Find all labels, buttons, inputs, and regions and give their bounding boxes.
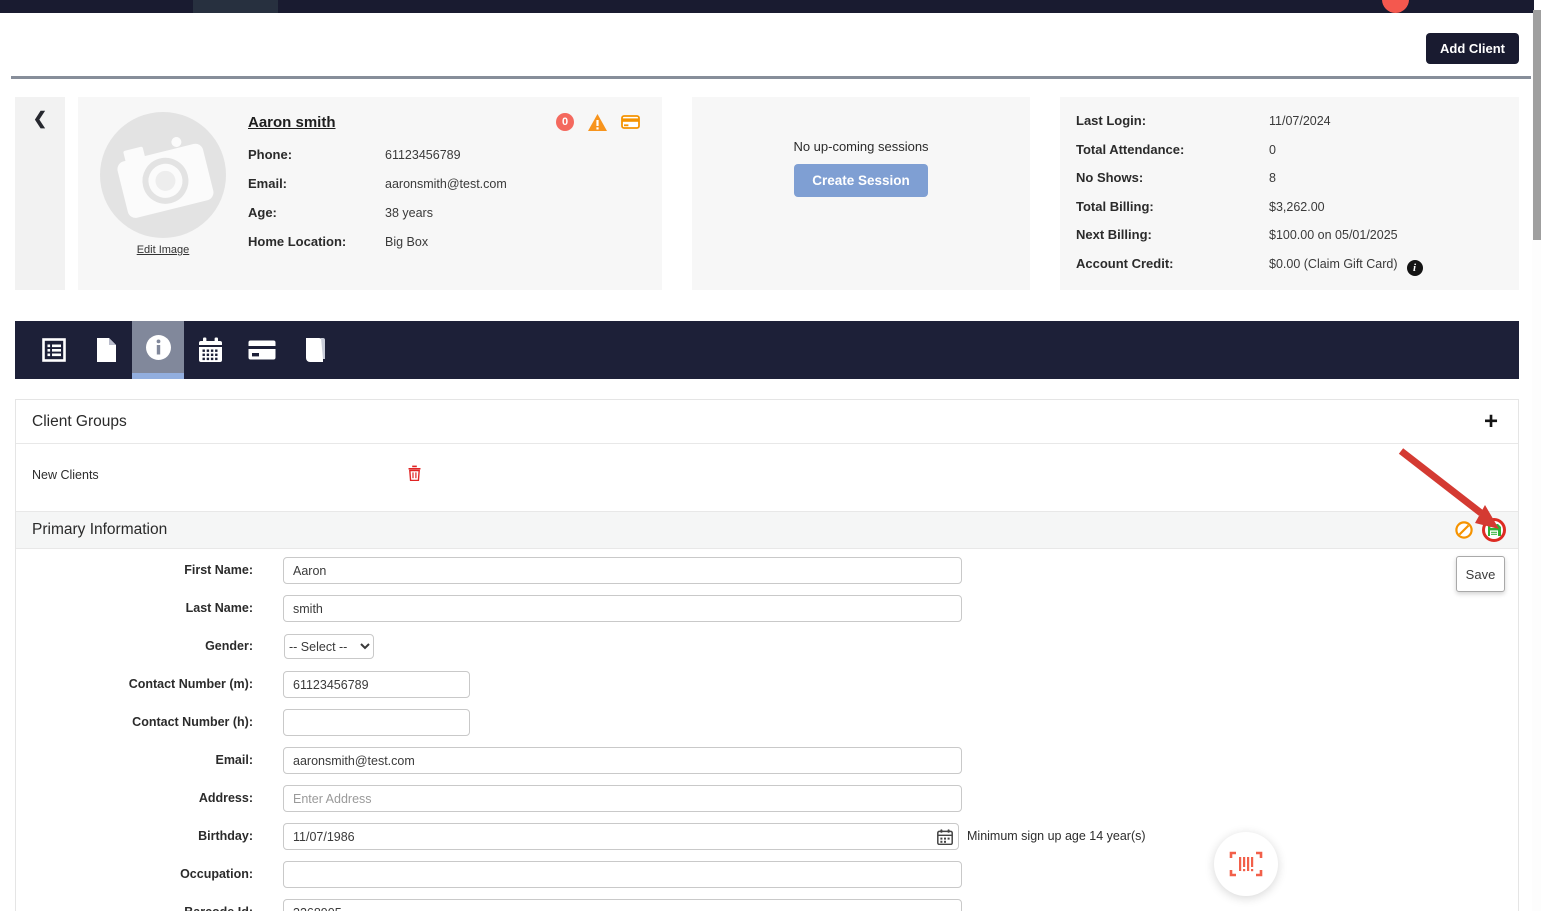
contact-home-input[interactable] (283, 709, 470, 736)
form-row-gender: Gender: -- Select -- (16, 633, 1518, 660)
stat-next-billing: Next Billing:$100.00 on 05/01/2025 (1076, 227, 1423, 256)
stat-no-shows: No Shows:8 (1076, 170, 1423, 199)
stat-total-attendance: Total Attendance:0 (1076, 142, 1423, 171)
client-tab-bar (15, 321, 1519, 379)
book-icon (302, 337, 326, 363)
form-row-address: Address: (16, 785, 1518, 812)
calendar-icon (198, 337, 223, 363)
profile-field-phone: Phone:61123456789 (248, 147, 507, 176)
add-group-button[interactable]: + (1484, 410, 1498, 434)
delete-group-button[interactable] (408, 465, 421, 486)
profile-field-email: Email:aaronsmith@test.com (248, 176, 507, 205)
form-row-birthday: Birthday: Minimum sign up age 14 year(s) (16, 823, 1518, 850)
create-session-button[interactable]: Create Session (794, 164, 928, 197)
info-icon (145, 334, 172, 361)
tab-calendar[interactable] (184, 321, 236, 379)
form-row-email: Email: (16, 747, 1518, 774)
cancel-button[interactable] (1455, 521, 1473, 539)
top-navbar (0, 0, 1534, 13)
client-groups-title: Client Groups (32, 413, 127, 431)
client-detail-page: Add Client ❮ Edit Image Aaron smith 0 (0, 0, 1541, 911)
email-input[interactable] (283, 747, 962, 774)
form-row-contact-mobile: Contact Number (m): (16, 671, 1518, 698)
no-sessions-text: No up-coming sessions (793, 139, 928, 154)
scrollbar-thumb[interactable] (1533, 10, 1541, 240)
tab-document[interactable] (80, 321, 132, 379)
contact-mobile-input[interactable] (283, 671, 470, 698)
barcode-id-input[interactable] (283, 899, 962, 911)
primary-info-title: Primary Information (32, 521, 167, 539)
edit-image-link[interactable]: Edit Image (100, 244, 226, 256)
calendar-icon (937, 829, 953, 845)
save-icon (1487, 523, 1501, 537)
header-divider (11, 76, 1531, 79)
document-icon (95, 337, 117, 363)
list-icon (41, 337, 67, 363)
profile-field-age: Age:38 years (248, 205, 507, 234)
last-name-input[interactable] (283, 595, 962, 622)
tab-book[interactable] (288, 321, 340, 379)
warning-icon[interactable] (588, 114, 607, 131)
add-client-button[interactable]: Add Client (1426, 33, 1519, 64)
tab-info-active[interactable] (132, 321, 184, 379)
camera-icon (110, 128, 217, 222)
profile-fields: Phone:61123456789 Email:aaronsmith@test.… (248, 147, 507, 263)
address-input[interactable] (283, 785, 962, 812)
primary-info-header: Primary Information (16, 511, 1518, 549)
profile-card: Edit Image Aaron smith 0 Phone:611234567… (78, 97, 662, 290)
form-row-occupation: Occupation: (16, 861, 1518, 888)
info-icon[interactable]: i (1407, 260, 1423, 276)
active-nav-item[interactable] (193, 0, 278, 13)
avatar (100, 112, 226, 238)
stats-card: Last Login:11/07/2024 Total Attendance:0… (1060, 97, 1519, 290)
barcode-scan-button[interactable] (1214, 832, 1278, 896)
client-groups-header: Client Groups + (16, 400, 1518, 444)
stat-last-login: Last Login:11/07/2024 (1076, 113, 1423, 142)
credit-card-icon (248, 340, 276, 360)
profile-field-home-location: Home Location:Big Box (248, 234, 507, 263)
barcode-icon (1229, 851, 1263, 877)
form-row-first-name: First Name: (16, 557, 1518, 584)
client-group-row: New Clients (16, 445, 1518, 511)
occupation-input[interactable] (283, 861, 962, 888)
save-button[interactable] (1482, 518, 1506, 542)
cancel-icon (1455, 521, 1473, 539)
group-name: New Clients (32, 468, 99, 482)
client-name-link[interactable]: Aaron smith (248, 114, 336, 131)
first-name-input[interactable] (283, 557, 962, 584)
gender-select[interactable]: -- Select -- (284, 634, 374, 659)
notification-badge-icon[interactable] (1382, 0, 1409, 13)
min-age-note: Minimum sign up age 14 year(s) (967, 823, 1146, 850)
tab-credit-card[interactable] (236, 321, 288, 379)
datepicker-button[interactable] (937, 829, 953, 850)
stat-account-credit: Account Credit:$0.00 (Claim Gift Card)i (1076, 256, 1423, 285)
back-panel: ❮ (15, 97, 65, 290)
credit-card-icon[interactable] (621, 115, 640, 129)
alert-count-badge-icon[interactable]: 0 (556, 113, 574, 131)
form-row-contact-home: Contact Number (h): (16, 709, 1518, 736)
birthday-input[interactable] (283, 823, 959, 850)
tab-list[interactable] (28, 321, 80, 379)
stat-total-billing: Total Billing:$3,262.00 (1076, 199, 1423, 228)
form-row-last-name: Last Name: (16, 595, 1518, 622)
client-detail-section: Client Groups + New Clients Primary Info… (15, 399, 1519, 911)
form-row-barcode-id: Barcode Id: (16, 899, 1518, 911)
back-chevron-icon[interactable]: ❮ (33, 109, 47, 129)
trash-icon (408, 465, 421, 481)
sessions-card: No up-coming sessions Create Session (692, 97, 1030, 290)
